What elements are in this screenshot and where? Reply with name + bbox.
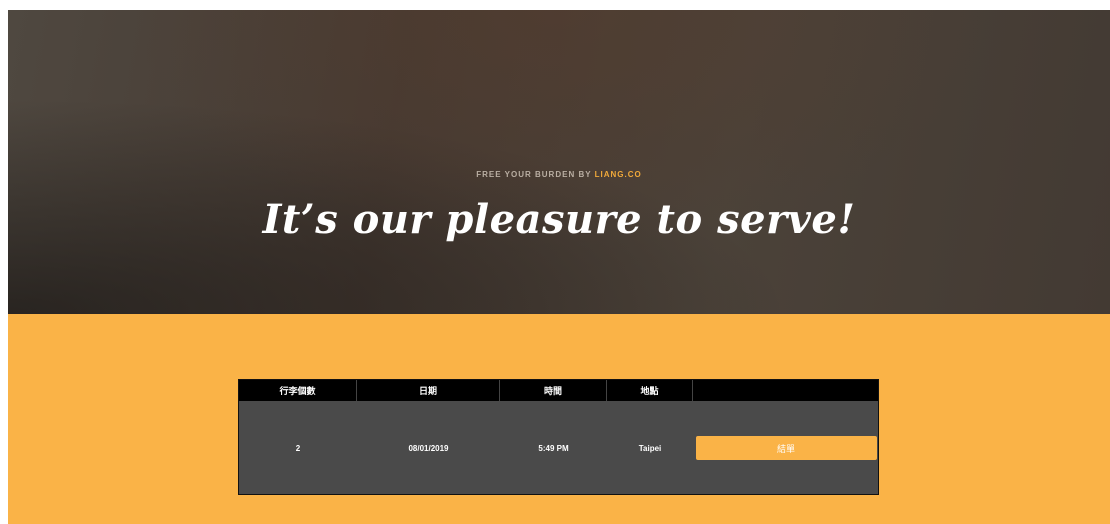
cell-action: 結單 (693, 401, 878, 495)
hero-banner: FREE YOUR BURDEN BY LIANG.CO It’s our pl… (8, 10, 1110, 314)
header-location: 地點 (607, 380, 693, 401)
hero-title: It’s our pleasure to serve! (262, 196, 856, 243)
cell-date: 08/01/2019 (408, 443, 449, 453)
order-table: 行李個數 日期 時間 地點 2 08/01/2019 5:49 PM Taipe… (238, 379, 879, 495)
order-section: 行李個數 日期 時間 地點 2 08/01/2019 5:49 PM Taipe… (8, 314, 1110, 524)
cell-time: 5:49 PM (538, 443, 569, 453)
header-time: 時間 (500, 380, 607, 401)
hero-subtitle-prefix: FREE YOUR BURDEN BY (476, 170, 595, 179)
page: FREE YOUR BURDEN BY LIANG.CO It’s our pl… (8, 10, 1110, 524)
header-luggage-count: 行李個數 (239, 380, 357, 401)
table-row: 2 08/01/2019 5:49 PM Taipei 結單 (239, 401, 878, 495)
cell-luggage-count: 2 (295, 443, 301, 453)
header-action (693, 380, 878, 401)
checkout-button[interactable]: 結單 (695, 436, 877, 460)
table-header: 行李個數 日期 時間 地點 (239, 380, 878, 401)
header-date: 日期 (357, 380, 500, 401)
hero-subtitle: FREE YOUR BURDEN BY LIANG.CO (8, 170, 1110, 179)
cell-location: Taipei (638, 443, 662, 453)
brand-name: LIANG.CO (594, 170, 642, 179)
